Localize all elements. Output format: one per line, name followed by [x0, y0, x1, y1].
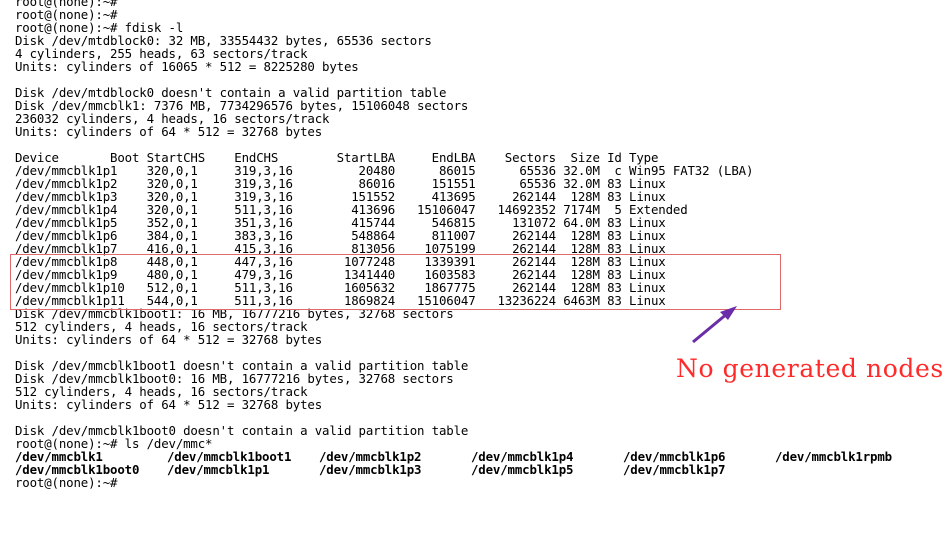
ls-entry: /dev/mmcblk1p1: [167, 462, 270, 477]
terminal-line: root@(none):~#: [15, 0, 118, 9]
terminal-lines: root@(none):~# root@(none):~# root@(none):…: [15, 0, 753, 450]
ls-output-row: /dev/mmcblk1boot0 /dev/mmcblk1p1 /dev/mm…: [15, 463, 753, 476]
terminal-output[interactable]: root@(none):~# root@(none):~# root@(none):…: [15, 0, 892, 489]
ls-entry: /dev/mmcblk1p3: [319, 462, 422, 477]
ls-entry: /dev/mmcblk1boot0: [15, 462, 140, 477]
annotation-label: No generated nodes: [676, 354, 944, 383]
terminal-line: Units: cylinders of 64 * 512 = 32768 byt…: [15, 332, 323, 347]
ls-entry: /dev/mmcblk1p7: [623, 462, 726, 477]
terminal-line: Units: cylinders of 16065 * 512 = 822528…: [15, 59, 359, 74]
ls-entry: /dev/mmcblk1p5: [471, 462, 574, 477]
terminal-line: Units: cylinders of 64 * 512 = 32768 byt…: [15, 124, 323, 139]
terminal-line: Units: cylinders of 64 * 512 = 32768 byt…: [15, 397, 323, 412]
shell-prompt[interactable]: root@(none):~#: [15, 476, 753, 489]
ls-entry: /dev/mmcblk1rpmb: [775, 449, 892, 464]
